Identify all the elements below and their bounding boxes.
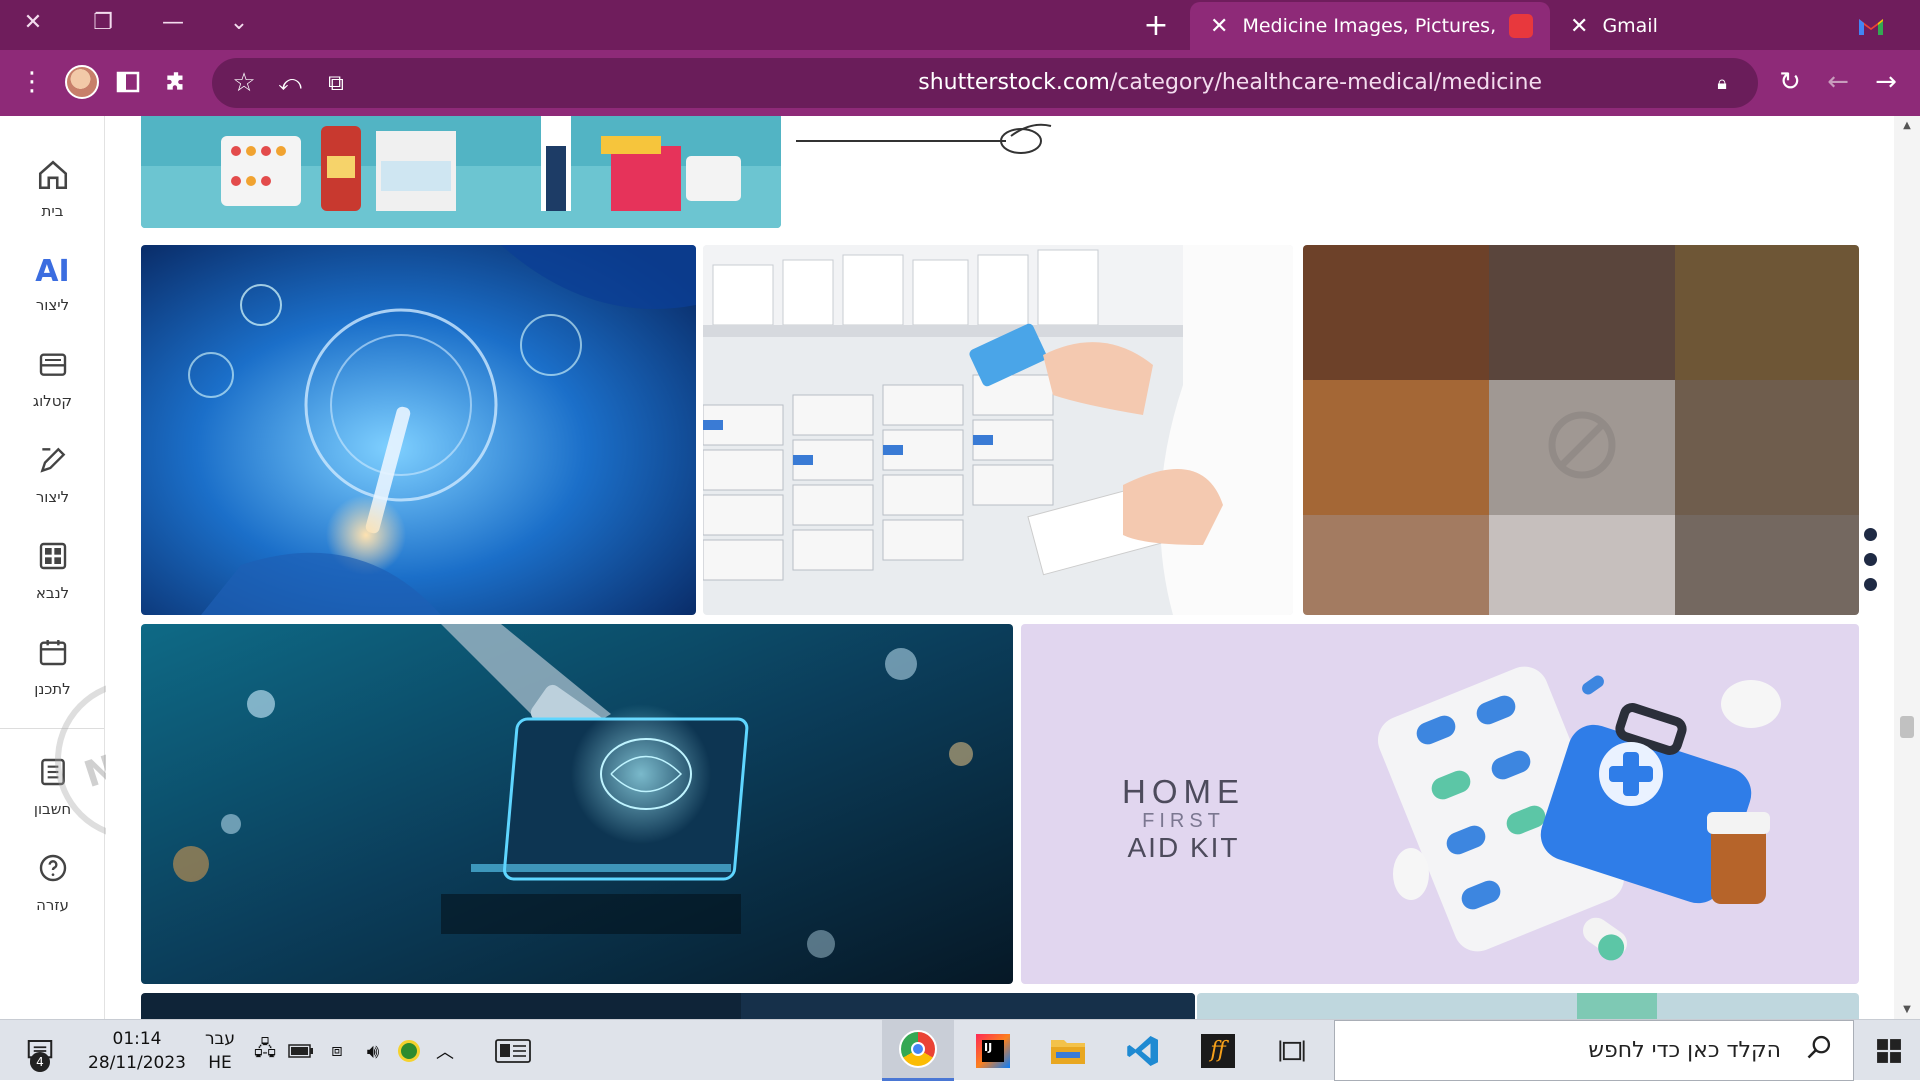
rail-item-edit[interactable]: ליצור — [0, 444, 105, 506]
folder-icon — [1051, 1039, 1085, 1064]
intellij-icon: IJ — [976, 1033, 1010, 1068]
profile-avatar[interactable] — [60, 58, 104, 106]
browser-toolbar: ⋮ ☆ ⤺ ⧉ shutterstock.com/category/health… — [0, 50, 1920, 116]
image-tile-stethoscope-line-art[interactable] — [796, 116, 1056, 166]
rail-item-help[interactable]: עזרה — [0, 852, 105, 914]
task-view-icon[interactable] — [1262, 1020, 1322, 1081]
new-tab-plus-icon[interactable]: + — [1128, 0, 1184, 50]
edit-icon — [0, 444, 105, 486]
address-bar[interactable]: ☆ ⤺ ⧉ shutterstock.com/category/healthca… — [212, 58, 1758, 108]
show-hidden-icons-chevron-icon[interactable]: ︿ — [430, 1020, 460, 1081]
url-text[interactable]: shutterstock.com/category/healthcare-med… — [918, 58, 1542, 108]
tab-title: Medicine Images, Pictures, Photo — [1242, 15, 1497, 37]
scrollbar-thumb[interactable] — [1900, 716, 1914, 738]
aid-kit-text: HOME FIRST AID KIT — [1106, 774, 1261, 864]
aid-kit-sub1: FIRST — [1142, 810, 1225, 832]
vertical-scrollbar[interactable]: ▲ ▼ — [1894, 116, 1920, 1019]
tab-medicine[interactable]: ✕ Medicine Images, Pictures, Photo — [1190, 2, 1550, 50]
rail-item-home[interactable]: בית — [0, 158, 105, 220]
vscode-icon — [1127, 1035, 1158, 1066]
taskbar-chrome[interactable] — [882, 1020, 954, 1081]
action-center-icon[interactable]: 4 — [10, 1020, 70, 1081]
image-tile-medical-technology[interactable] — [141, 245, 696, 615]
help-icon — [0, 852, 105, 894]
taskbar-vscode[interactable] — [1107, 1020, 1179, 1081]
image-tile-home-first-aid-kit[interactable]: HOME FIRST AID KIT — [1021, 624, 1859, 984]
menu-kebab-icon[interactable]: ⋮ — [10, 58, 54, 106]
aid-kit-sub2: AID KIT — [1127, 832, 1240, 863]
tab-gmail[interactable]: ✕ Gmail — [1550, 2, 1850, 50]
bookmark-star-icon[interactable]: ☆ — [222, 59, 266, 107]
tab-close-icon[interactable]: ✕ — [1210, 14, 1228, 39]
browser-titlebar: ✕ ❐ — ⌄ + ✕ Medicine Images, Pictures, P… — [0, 0, 1920, 50]
calendar-icon — [0, 636, 105, 678]
notification-count-badge: 4 — [30, 1052, 50, 1072]
more-options-dots-icon[interactable] — [1864, 528, 1880, 603]
tray-app-icon[interactable] — [394, 1020, 424, 1081]
taskbar-file-explorer[interactable] — [1032, 1020, 1104, 1081]
shutterstock-favicon-icon — [1509, 14, 1534, 38]
rail-item-plan[interactable]: לתכנן — [0, 636, 105, 698]
image-tile-dark-lab[interactable] — [141, 993, 1195, 1019]
scroll-up-arrow-icon[interactable]: ▲ — [1894, 120, 1920, 131]
clock-time: 01:14 — [112, 1028, 162, 1049]
restore-window-icon[interactable]: ❐ — [76, 0, 130, 44]
language-indicator[interactable]: עבר HE — [196, 1020, 244, 1081]
minimize-window-icon[interactable]: — — [146, 0, 200, 44]
tablet-mode-icon[interactable]: ⧈ — [322, 1020, 352, 1081]
side-panel-icon[interactable] — [106, 58, 150, 106]
translate-icon[interactable]: ⧉ — [314, 59, 358, 107]
image-tile-blocked-content[interactable] — [1303, 245, 1859, 615]
news-widget-icon[interactable] — [488, 1020, 538, 1081]
clock[interactable]: 01:14 28/11/2023 — [82, 1020, 192, 1081]
image-tile-pharmacist-shelf[interactable] — [703, 245, 1293, 615]
taskbar-intellij[interactable]: IJ — [957, 1020, 1029, 1081]
windows-taskbar: 4 01:14 28/11/2023 עבר HE 🖧︎ ⧈ 🔊︎ ︿ IJ f… — [0, 1019, 1920, 1081]
aid-kit-title: HOME — [1122, 773, 1245, 810]
extensions-puzzle-icon[interactable] — [154, 58, 198, 106]
rail-item-predict[interactable]: לנבא — [0, 540, 105, 602]
home-icon — [0, 158, 105, 200]
windows-start-icon[interactable] — [1858, 1020, 1920, 1081]
search-placeholder: הקלד כאן כדי לחפש — [1588, 1038, 1781, 1063]
image-gallery: HOME FIRST AID KIT — [106, 116, 1894, 1019]
ff-app-icon: ff — [1201, 1033, 1235, 1068]
gmail-favicon-icon — [1858, 2, 1898, 50]
back-arrow-icon[interactable]: ← — [1816, 58, 1860, 106]
image-tile-ai-brain-robot[interactable] — [141, 624, 1013, 984]
left-navigation-rail: בית AI ליצור קטלוג ליצור לנבא לתכנן חשבו… — [0, 116, 105, 1019]
scroll-down-arrow-icon[interactable]: ▼ — [1894, 1004, 1920, 1015]
taskbar-filezilla[interactable]: ff — [1182, 1020, 1254, 1081]
rail-item-ai-generate[interactable]: AI ליצור — [0, 252, 105, 314]
lock-icon[interactable]: 🔒︎ — [1700, 59, 1744, 107]
image-tile-pharmacy-illustration[interactable] — [141, 116, 781, 228]
search-icon — [1805, 1033, 1833, 1068]
rail-item-catalog[interactable]: קטלוג — [0, 348, 105, 410]
tab-search-chevron-icon[interactable]: ⌄ — [212, 0, 266, 44]
battery-icon[interactable] — [286, 1020, 316, 1081]
chrome-icon — [899, 1030, 937, 1068]
taskbar-search-box[interactable]: הקלד כאן כדי לחפש — [1334, 1020, 1854, 1081]
catalog-icon — [0, 348, 105, 390]
tab-title: Gmail — [1602, 15, 1658, 37]
image-tile-clinic-blur[interactable] — [1197, 993, 1859, 1019]
ai-icon: AI — [35, 254, 70, 289]
close-window-icon[interactable]: ✕ — [6, 0, 60, 44]
network-icon[interactable]: 🖧︎ — [250, 1020, 280, 1081]
share-icon[interactable]: ⤺ — [268, 59, 312, 107]
clock-date: 28/11/2023 — [88, 1052, 186, 1073]
tab-close-icon[interactable]: ✕ — [1570, 14, 1588, 39]
grid-icon — [0, 540, 105, 582]
volume-icon[interactable]: 🔊︎ — [358, 1020, 388, 1081]
reload-icon[interactable]: ↻ — [1768, 58, 1812, 106]
forward-arrow-icon[interactable]: → — [1864, 58, 1908, 106]
